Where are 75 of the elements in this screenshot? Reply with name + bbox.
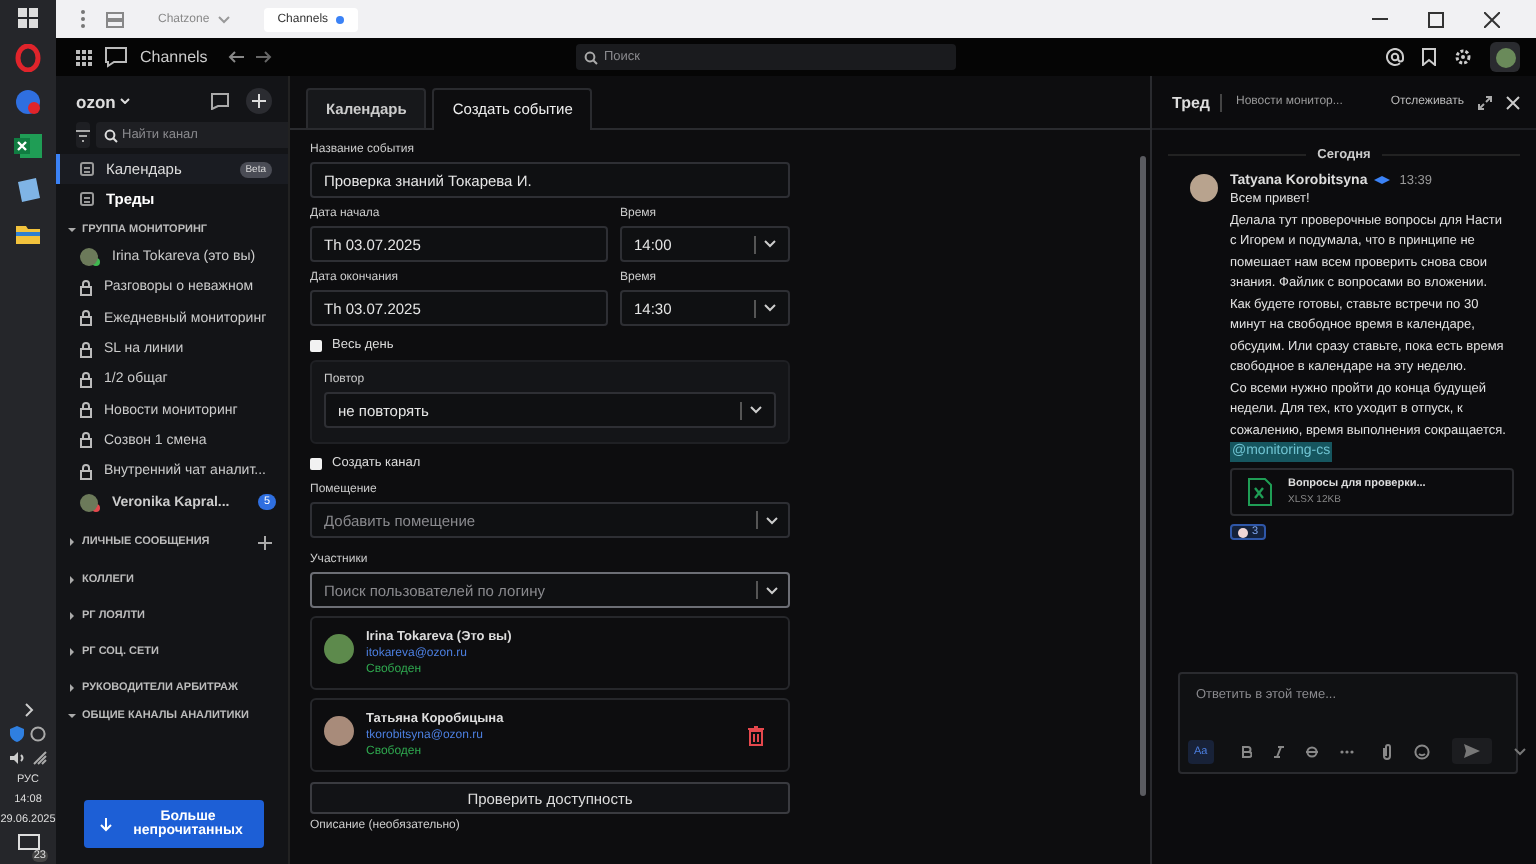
folder-icon[interactable] [14, 220, 42, 248]
user-avatar [324, 634, 354, 664]
compose-icon[interactable] [210, 92, 230, 110]
unread-dot-icon [336, 15, 345, 23]
chevron-down-icon[interactable] [764, 240, 776, 248]
lock-icon [80, 310, 92, 327]
windows-logo-icon[interactable] [18, 8, 38, 28]
chat-app-icon[interactable] [14, 88, 42, 116]
expand-icon[interactable] [1478, 95, 1492, 109]
plus-icon[interactable] [252, 94, 266, 108]
clock-icon[interactable] [30, 726, 46, 742]
strikethrough-icon[interactable] [1305, 745, 1318, 757]
scrollbar[interactable] [1140, 156, 1146, 796]
add-icon[interactable] [258, 535, 272, 550]
network-icon[interactable] [31, 750, 47, 766]
close-icon[interactable] [1484, 11, 1500, 27]
notebook-icon[interactable] [14, 176, 42, 204]
search-icon [104, 128, 118, 142]
user-avatar [80, 248, 98, 267]
emoji-icon[interactable] [1413, 743, 1430, 759]
chat-bubble-icon[interactable] [104, 46, 128, 68]
graduation-cap-icon [1373, 176, 1390, 186]
lock-icon [80, 402, 92, 419]
user-avatar [324, 716, 354, 746]
send-icon[interactable] [1463, 744, 1480, 758]
caret-icon[interactable] [68, 575, 76, 584]
user-avatar [80, 493, 98, 512]
app-title: Channels [140, 48, 208, 66]
notification-icon[interactable] [17, 834, 39, 852]
bold-icon[interactable] [1241, 745, 1252, 757]
more-vertical-icon[interactable] [80, 10, 86, 28]
filter-button[interactable] [76, 122, 90, 148]
arrow-down-icon[interactable] [100, 817, 112, 831]
caret-icon[interactable] [68, 611, 76, 620]
mention-icon[interactable] [1386, 48, 1404, 66]
list-icon [80, 162, 94, 176]
settings-icon[interactable] [1454, 48, 1472, 66]
shield-icon[interactable] [10, 726, 24, 742]
lock-icon [80, 341, 92, 358]
lock-icon [80, 371, 92, 388]
delete-icon[interactable] [748, 725, 764, 745]
italic-icon[interactable] [1273, 745, 1284, 757]
workspace-switcher[interactable]: ozon [76, 91, 116, 111]
caret-icon[interactable] [68, 683, 76, 692]
chevron-right-icon[interactable] [23, 702, 33, 718]
thread-title: Тред [1172, 93, 1222, 111]
caret-icon[interactable] [68, 538, 76, 547]
chevron-down-icon[interactable] [750, 406, 762, 414]
lock-icon [80, 463, 92, 480]
bookmark-icon[interactable] [1422, 48, 1436, 66]
forward-arrow-icon[interactable] [255, 50, 272, 64]
spreadsheet-icon[interactable] [14, 132, 42, 160]
caret-icon[interactable] [68, 647, 76, 656]
filter-icon[interactable] [76, 129, 90, 141]
apps-grid-icon[interactable] [76, 49, 92, 65]
lock-icon [80, 432, 92, 449]
spreadsheet-file-icon [1248, 478, 1272, 506]
chevron-down-icon[interactable] [766, 586, 778, 594]
caret-icon[interactable] [68, 226, 76, 234]
user-avatar [1190, 174, 1218, 202]
list-icon [80, 192, 94, 206]
speaker-icon[interactable] [9, 750, 25, 766]
paperclip-icon[interactable] [1381, 743, 1392, 759]
ring-letter-icon[interactable] [14, 44, 42, 72]
user-avatar[interactable] [1490, 42, 1520, 72]
search-icon [584, 50, 598, 64]
maximize-icon[interactable] [1428, 11, 1444, 27]
emoji-icon [1238, 527, 1248, 537]
send-button[interactable] [1451, 738, 1492, 764]
tabs-stack-icon[interactable] [106, 11, 124, 27]
chevron-down-icon[interactable] [766, 516, 778, 524]
back-arrow-icon[interactable] [227, 50, 244, 64]
lock-icon [80, 279, 92, 296]
add-button[interactable] [246, 88, 272, 114]
chevron-down-icon[interactable] [764, 304, 776, 312]
